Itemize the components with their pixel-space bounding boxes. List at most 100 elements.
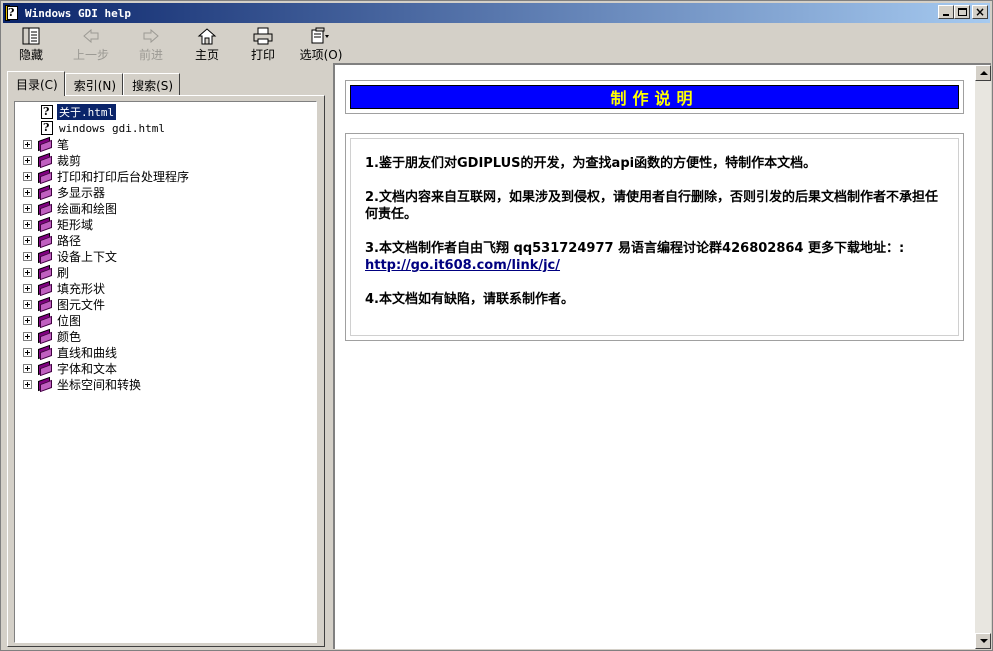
book-icon — [37, 296, 53, 313]
tree-book[interactable]: 裁剪 — [19, 152, 189, 169]
tree-book[interactable]: 笔 — [19, 136, 189, 153]
paragraph-2: 2.文档内容来自互联网，如果涉及到侵权，请使用者自行删除，否则引发的后果文档制作… — [365, 190, 938, 222]
heading-banner: 制作说明 — [350, 85, 959, 109]
book-label: 颜色 — [57, 329, 82, 344]
book-label: 位图 — [57, 313, 82, 328]
expand-icon[interactable] — [23, 331, 32, 341]
help-topic-icon: ? — [41, 121, 53, 135]
scroll-down-button[interactable] — [975, 633, 991, 649]
maximize-button[interactable] — [954, 5, 970, 19]
minimize-button[interactable] — [938, 5, 954, 19]
book-label: 裁剪 — [57, 153, 82, 168]
printer-icon — [251, 26, 275, 46]
toolbar: 隐藏 上一步 前进 主页 打印 选项(O) — [3, 24, 990, 64]
tree-list: ? 关于.html ? windows gdi.html 笔 裁剪 打印和打印后… — [19, 103, 189, 393]
expand-icon[interactable] — [23, 203, 32, 213]
tree-book[interactable]: 直线和曲线 — [19, 344, 189, 361]
back-arrow-icon — [79, 26, 103, 46]
tree-book[interactable]: 路径 — [19, 232, 189, 249]
expand-icon[interactable] — [23, 315, 32, 325]
options-button[interactable]: 选项(O) — [295, 24, 347, 64]
expand-icon[interactable] — [23, 235, 32, 245]
tab-index[interactable]: 索引(N) — [64, 73, 124, 95]
book-label: 矩形域 — [57, 217, 94, 232]
book-label: 刷 — [57, 265, 70, 280]
heading-box: 制作说明 — [345, 80, 964, 114]
tree-book[interactable]: 绘画和绘图 — [19, 200, 189, 217]
print-label: 打印 — [250, 48, 275, 62]
book-icon — [37, 184, 53, 201]
navigation-pane: 目录(C) 索引(N) 搜索(S) ? 关于.html ? windows gd… — [3, 65, 328, 649]
tree-book[interactable]: 字体和文本 — [19, 360, 189, 377]
page-title: 制作说明 — [610, 89, 699, 108]
book-icon — [37, 360, 53, 377]
tree-book[interactable]: 填充形状 — [19, 280, 189, 297]
book-icon — [37, 376, 53, 393]
topic-label: 关于.html — [55, 103, 118, 121]
print-button[interactable]: 打印 — [241, 24, 285, 64]
book-icon — [37, 312, 53, 329]
tree-book[interactable]: 多显示器 — [19, 184, 189, 201]
forward-button[interactable]: 前进 — [129, 24, 173, 64]
close-icon: × — [975, 5, 986, 19]
tab-search[interactable]: 搜索(S) — [123, 73, 181, 95]
expand-icon[interactable] — [23, 251, 32, 261]
expand-icon[interactable] — [23, 363, 32, 373]
forward-label: 前进 — [138, 48, 163, 62]
book-label: 设备上下文 — [57, 249, 118, 264]
tree-book[interactable]: 矩形域 — [19, 216, 189, 233]
contents-tree[interactable]: ? 关于.html ? windows gdi.html 笔 裁剪 打印和打印后… — [14, 101, 317, 643]
forward-arrow-icon — [139, 26, 163, 46]
book-icon — [37, 344, 53, 361]
book-label: 图元文件 — [57, 297, 106, 312]
tree-book[interactable]: 颜色 — [19, 328, 189, 345]
options-label: 选项(O) — [299, 48, 343, 62]
expand-icon[interactable] — [23, 347, 32, 357]
scroll-up-button[interactable] — [975, 65, 991, 81]
topic-label: windows gdi.html — [59, 121, 165, 135]
tree-book[interactable]: 图元文件 — [19, 296, 189, 313]
content-body: 1.鉴于朋友们对GDIPLUS的开发，为查找api函数的方便性，特制作本文档。 … — [350, 138, 959, 336]
expand-icon[interactable] — [23, 139, 32, 149]
book-label: 坐标空间和转换 — [57, 377, 142, 392]
minimize-icon — [943, 14, 949, 16]
expand-icon[interactable] — [23, 155, 32, 165]
book-icon — [37, 328, 53, 345]
home-icon — [195, 26, 219, 46]
tab-contents[interactable]: 目录(C) — [7, 71, 65, 96]
paragraph-4: 4.本文档如有缺陷，请联系制作者。 — [365, 292, 574, 307]
book-icon — [37, 248, 53, 265]
help-window: ? Windows GDI help × 隐藏 上一步 前进 主页 打印 选项(… — [0, 0, 993, 651]
paragraph-1: 1.鉴于朋友们对GDIPLUS的开发，为查找api函数的方便性，特制作本文档。 — [365, 156, 817, 171]
title-bar[interactable]: ? Windows GDI help × — [3, 3, 990, 23]
expand-icon[interactable] — [23, 171, 32, 181]
scroll-down-icon — [980, 639, 988, 643]
tree-topic-about[interactable]: ? 关于.html — [19, 103, 189, 121]
tree-topic-windows-gdi[interactable]: ? windows gdi.html — [19, 120, 189, 136]
book-label: 填充形状 — [57, 281, 106, 296]
home-button[interactable]: 主页 — [183, 24, 231, 64]
back-button[interactable]: 上一步 — [63, 24, 119, 64]
tree-book[interactable]: 刷 — [19, 264, 189, 281]
vertical-scrollbar[interactable] — [975, 65, 991, 649]
expand-icon[interactable] — [23, 187, 32, 197]
tree-book[interactable]: 位图 — [19, 312, 189, 329]
tree-book[interactable]: 坐标空间和转换 — [19, 376, 189, 393]
book-icon — [37, 280, 53, 297]
book-icon — [37, 152, 53, 169]
expand-icon[interactable] — [23, 299, 32, 309]
book-icon — [37, 168, 53, 185]
hide-button[interactable]: 隐藏 — [9, 24, 53, 64]
help-file-icon: ? — [5, 5, 21, 21]
download-link[interactable]: http://go.it608.com/link/jc/ — [365, 258, 560, 273]
expand-icon[interactable] — [23, 219, 32, 229]
tree-book[interactable]: 设备上下文 — [19, 248, 189, 265]
help-topic-icon: ? — [41, 105, 53, 119]
expand-icon[interactable] — [23, 283, 32, 293]
expand-icon[interactable] — [23, 267, 32, 277]
hide-label: 隐藏 — [18, 48, 43, 62]
close-button[interactable]: × — [972, 5, 988, 19]
tree-book[interactable]: 打印和打印后台处理程序 — [19, 168, 189, 185]
book-label: 绘画和绘图 — [57, 201, 118, 216]
expand-icon[interactable] — [23, 379, 32, 389]
